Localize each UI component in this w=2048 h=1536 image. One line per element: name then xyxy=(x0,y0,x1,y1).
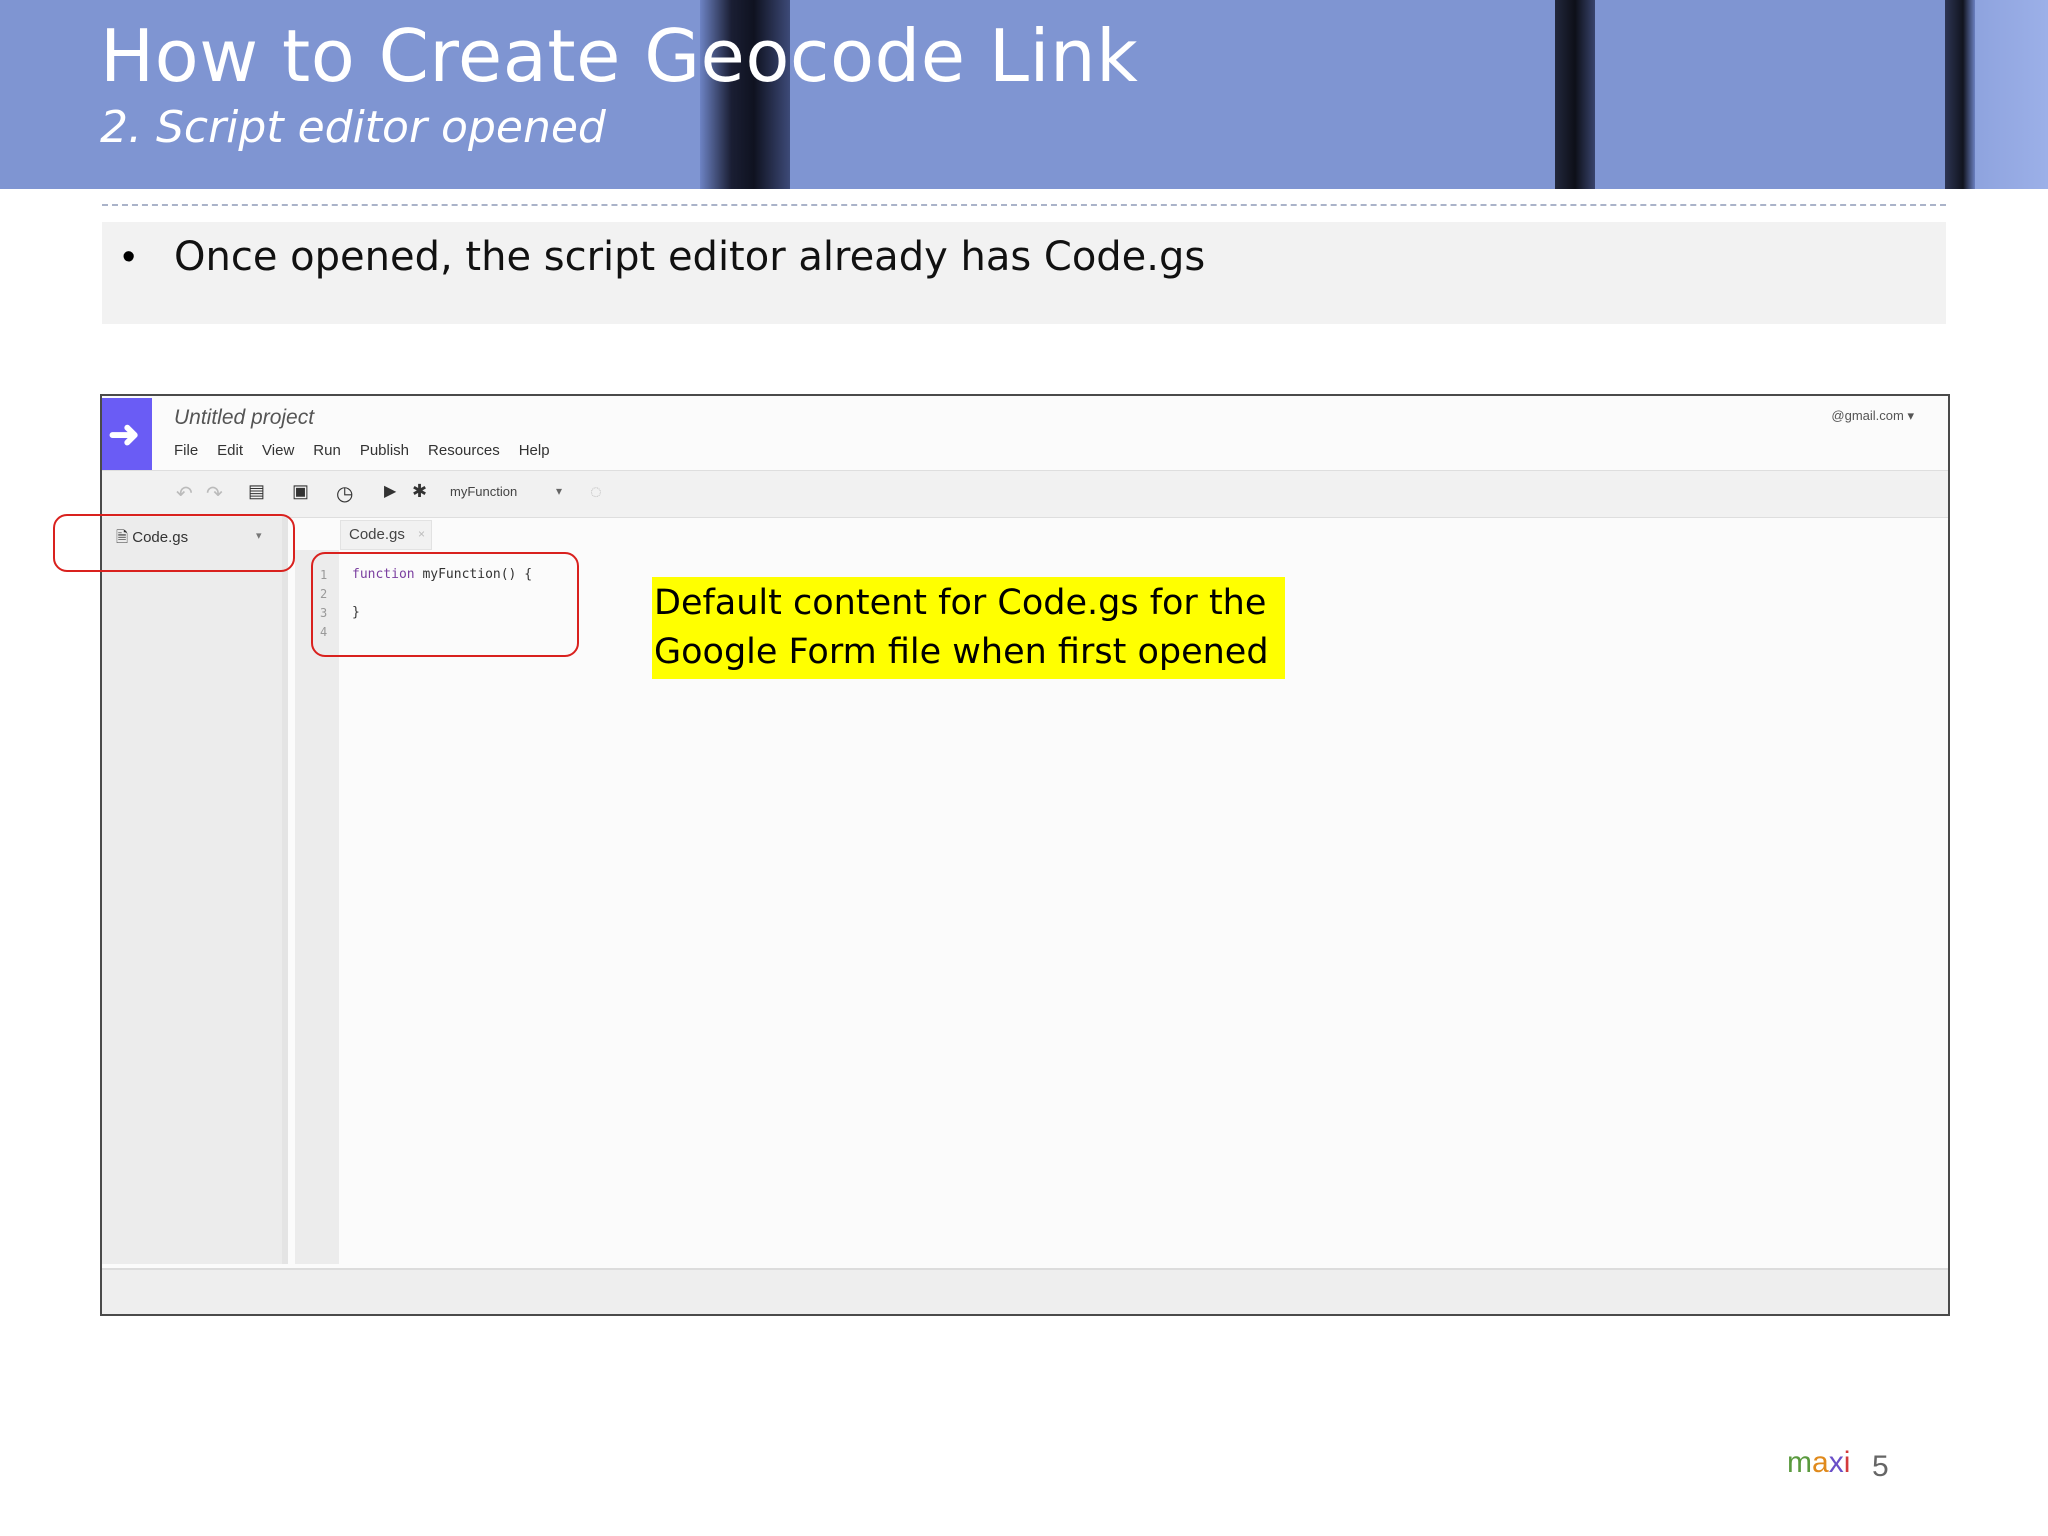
callout-line-2: Google Form file when first opened xyxy=(654,632,1269,672)
apps-script-logo: ➜ xyxy=(102,398,152,470)
line-gutter xyxy=(295,550,339,1264)
redo-icon[interactable]: ↷ xyxy=(206,481,223,506)
menu-view[interactable]: View xyxy=(262,442,294,459)
debug-bug-icon[interactable]: ✱ xyxy=(412,481,427,502)
annotation-outline-default-code xyxy=(311,552,579,657)
header-photo-band xyxy=(1555,0,1595,189)
menu-help[interactable]: Help xyxy=(519,442,550,459)
close-icon[interactable]: × xyxy=(418,527,425,541)
header-photo-band xyxy=(1975,0,2048,189)
brand-logo: maxi xyxy=(1787,1446,1851,1479)
project-title[interactable]: Untitled project xyxy=(174,406,314,430)
header-photo-band xyxy=(1945,0,1975,189)
bullet-icon: • xyxy=(122,236,136,278)
divider xyxy=(102,204,1946,206)
script-editor-screenshot: ➜ Untitled project File Edit View Run Pu… xyxy=(100,394,1950,1316)
annotation-callout: Default content for Code.gs for the Goog… xyxy=(652,577,1285,679)
file-sidebar: 🗎 Code.gs ▾ xyxy=(102,517,288,1264)
callout-line-1: Default content for Code.gs for the xyxy=(654,583,1267,623)
account-email: @gmail.com xyxy=(1831,408,1904,423)
menu-file[interactable]: File xyxy=(174,442,198,459)
chevron-down-icon: ▾ xyxy=(1907,408,1914,423)
run-play-icon[interactable]: ▶ xyxy=(384,481,396,501)
menu-resources[interactable]: Resources xyxy=(428,442,500,459)
undo-icon[interactable]: ↶ xyxy=(176,481,193,506)
editor-toolbar: ↶ ↷ ▤ ▣ ◷ ▶ ✱ myFunction ▾ ◌ xyxy=(102,470,1948,518)
tab-label: Code.gs xyxy=(349,526,405,543)
editor-status-strip xyxy=(102,1268,1948,1314)
function-select-value: myFunction xyxy=(450,484,518,499)
chevron-down-icon: ▾ xyxy=(555,484,562,498)
slide-title: How to Create Geocode Link xyxy=(100,14,1139,98)
triggers-clock-icon[interactable]: ◷ xyxy=(336,481,353,506)
indent-icon[interactable]: ▤ xyxy=(248,481,265,502)
menu-bar: File Edit View Run Publish Resources Hel… xyxy=(174,442,550,459)
function-select[interactable]: myFunction ▾ xyxy=(450,484,562,499)
save-icon[interactable]: ▣ xyxy=(292,481,309,502)
menu-edit[interactable]: Edit xyxy=(217,442,243,459)
menu-run[interactable]: Run xyxy=(313,442,341,459)
tab-code-gs[interactable]: Code.gs × xyxy=(340,520,432,550)
arrow-right-icon: ➜ xyxy=(108,414,140,456)
bullet-text: Once opened, the script editor already h… xyxy=(174,234,1206,280)
menu-publish[interactable]: Publish xyxy=(360,442,409,459)
slide-header: How to Create Geocode Link 2. Script edi… xyxy=(0,0,2048,189)
slide-subtitle: 2. Script editor opened xyxy=(100,102,606,153)
account-menu[interactable]: @gmail.com ▾ xyxy=(1831,408,1914,424)
page-number: 5 xyxy=(1872,1450,1889,1483)
bullet-box: • Once opened, the script editor already… xyxy=(102,222,1946,324)
annotation-outline-sidebar-file xyxy=(53,514,295,572)
lightbulb-icon[interactable]: ◌ xyxy=(590,481,602,504)
